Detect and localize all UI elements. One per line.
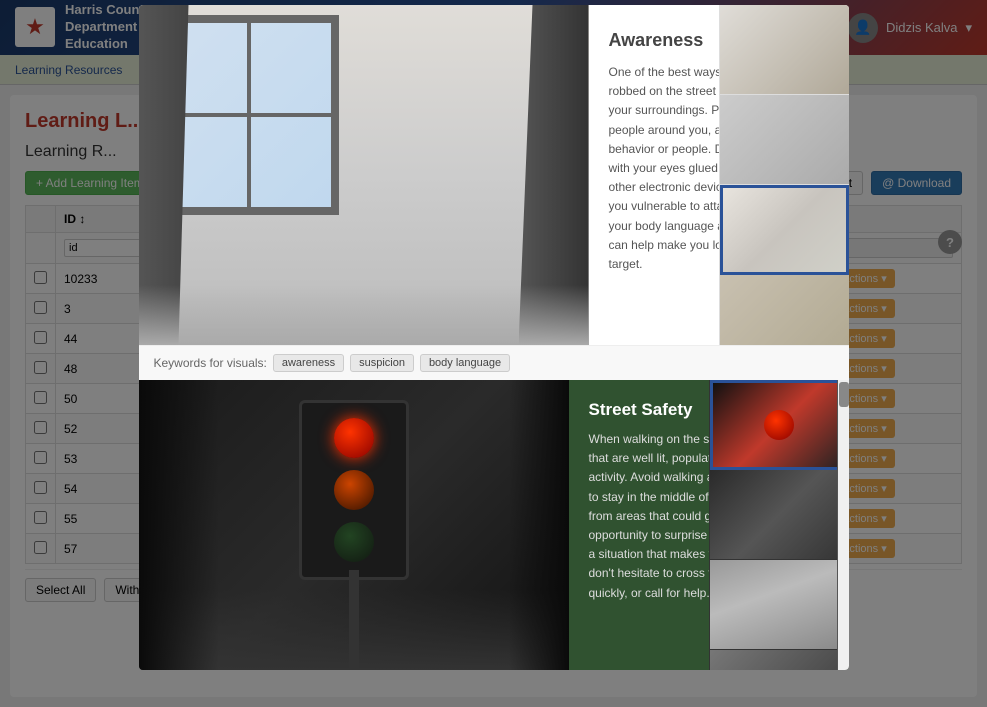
street-thumb-3[interactable] <box>710 560 849 650</box>
awareness-thumb-1[interactable] <box>720 5 849 95</box>
street-image <box>139 380 569 670</box>
keywords-bar: Keywords for visuals: awareness suspicio… <box>139 345 849 380</box>
awareness-thumb-2[interactable] <box>720 95 849 185</box>
scrollbar-thumb <box>839 382 849 407</box>
keyword-suspicion: suspicion <box>350 354 414 372</box>
awareness-image <box>139 5 589 345</box>
modal-overlay[interactable]: Awareness One of the best ways to avoid … <box>0 0 987 707</box>
street-thumbnail-strip <box>709 380 849 670</box>
awareness-thumb-4[interactable] <box>720 275 849 345</box>
awareness-thumbnail-strip <box>719 5 849 345</box>
street-safety-card: Street Safety When walking on the street… <box>139 380 849 670</box>
keywords-label: Keywords for visuals: <box>154 356 267 370</box>
modal: Awareness One of the best ways to avoid … <box>139 5 849 670</box>
awareness-thumb-3[interactable] <box>720 185 849 275</box>
awareness-card: Awareness One of the best ways to avoid … <box>139 5 849 345</box>
street-thumb-4[interactable] <box>710 650 849 670</box>
keyword-awareness: awareness <box>273 354 344 372</box>
street-thumb-1[interactable] <box>710 380 849 470</box>
street-thumb-2[interactable] <box>710 470 849 560</box>
modal-scrollbar[interactable] <box>837 380 849 670</box>
keyword-body-language: body language <box>420 354 510 372</box>
